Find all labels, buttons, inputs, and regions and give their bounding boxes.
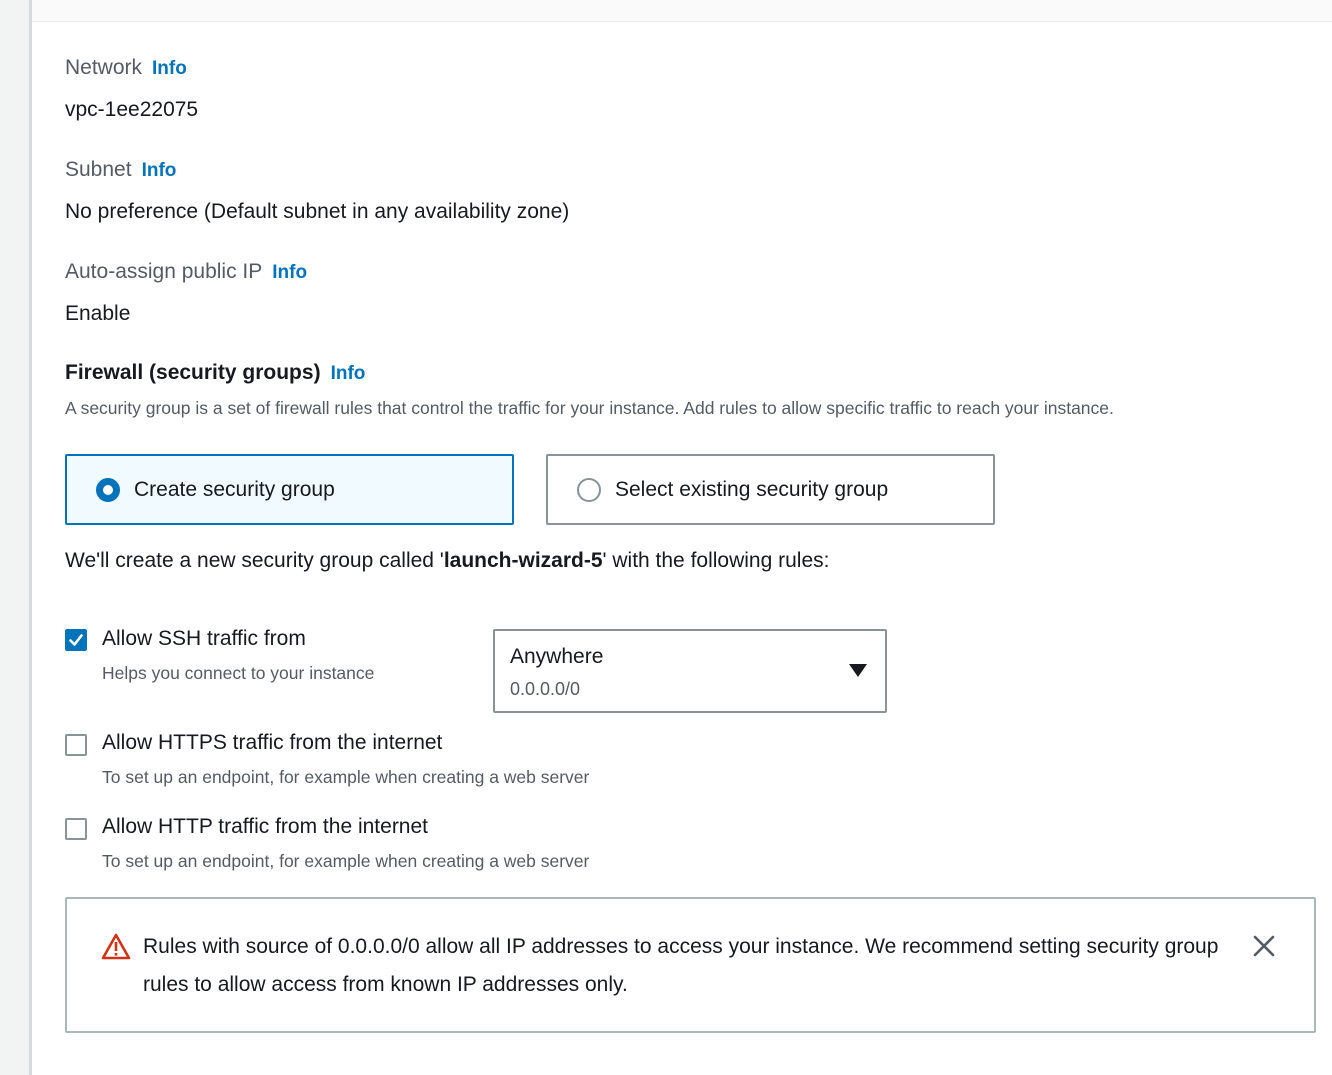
https-rule-label: Allow HTTPS traffic from the internet: [102, 731, 443, 754]
security-group-name: launch-wizard-5: [443, 549, 603, 572]
http-rule-description: To set up an endpoint, for example when …: [102, 851, 590, 871]
close-icon[interactable]: [1252, 934, 1276, 958]
warning-alert: Rules with source of 0.0.0.0/0 allow all…: [65, 897, 1316, 1033]
network-value: vpc-1ee22075: [65, 98, 199, 121]
https-rule-description: To set up an endpoint, for example when …: [102, 767, 590, 787]
left-rail-divider: [29, 0, 32, 1075]
ssh-source-detail: 0.0.0.0/0: [510, 679, 581, 699]
create-security-group-tile[interactable]: Create security group: [65, 454, 514, 525]
ssh-checkbox[interactable]: [65, 629, 87, 651]
caret-down-icon: [849, 664, 867, 677]
firewall-title-text: Firewall (security groups): [65, 361, 321, 384]
top-band: [32, 0, 1332, 22]
network-label: Network: [65, 56, 143, 79]
select-existing-group-tile[interactable]: Select existing security group: [546, 454, 995, 525]
warning-message: Rules with source of 0.0.0.0/0 allow all…: [143, 935, 1219, 996]
subnet-field: Subnet Info No preference (Default subnet…: [65, 158, 569, 224]
subnet-label: Subnet: [65, 158, 132, 181]
public-ip-field: Auto-assign public IP Info Enable: [65, 260, 307, 326]
subnet-info-link[interactable]: Info: [142, 160, 177, 181]
network-field: Network Info vpc-1ee22075: [65, 56, 198, 122]
public-ip-value: Enable: [65, 302, 131, 325]
firewall-description: A security group is a set of firewall ru…: [65, 398, 1114, 418]
select-existing-group-radio[interactable]: [577, 477, 601, 502]
note-prefix: We'll create a new security group called…: [65, 549, 444, 572]
security-group-note: We'll create a new security group called…: [65, 549, 829, 573]
https-checkbox[interactable]: [65, 734, 87, 756]
ssh-rule-description: Helps you connect to your instance: [102, 663, 375, 683]
public-ip-info-link[interactable]: Info: [272, 262, 307, 283]
ssh-rule-label: Allow SSH traffic from: [102, 627, 306, 650]
ssh-source-selected: Anywhere: [510, 645, 604, 668]
network-info-link[interactable]: Info: [152, 58, 187, 79]
firewall-title: Firewall (security groups) Info: [65, 361, 365, 385]
create-security-group-label: Create security group: [134, 477, 335, 501]
firewall-info-link[interactable]: Info: [331, 363, 366, 384]
warning-triangle-icon: [101, 933, 131, 960]
checkmark-icon: [69, 634, 83, 646]
ssh-source-select[interactable]: Anywhere 0.0.0.0/0: [493, 629, 887, 713]
left-rail: [0, 0, 32, 1075]
public-ip-label: Auto-assign public IP: [65, 260, 263, 283]
select-existing-group-label: Select existing security group: [615, 477, 889, 501]
http-rule-label: Allow HTTP traffic from the internet: [102, 815, 429, 838]
subnet-value: No preference (Default subnet in any ava…: [65, 200, 570, 223]
create-security-group-radio[interactable]: [96, 477, 120, 502]
http-checkbox[interactable]: [65, 818, 87, 840]
note-suffix: ' with the following rules:: [602, 549, 830, 572]
